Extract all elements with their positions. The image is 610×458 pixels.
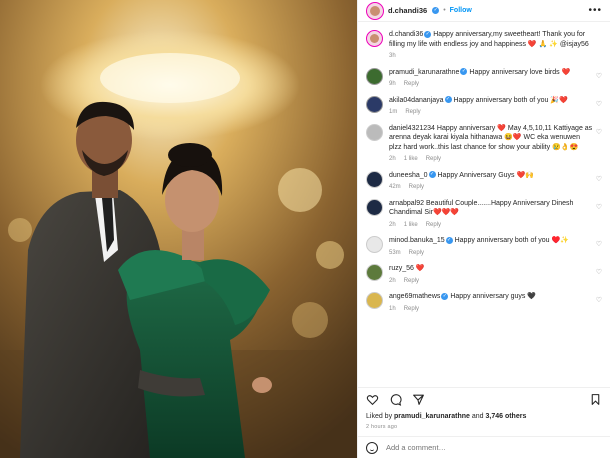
verified-icon: ✓ bbox=[441, 292, 449, 300]
author-avatar[interactable] bbox=[366, 1, 384, 20]
commenter-avatar[interactable] bbox=[366, 292, 383, 309]
comment-username[interactable]: arnabpal92 bbox=[389, 200, 424, 207]
comment-heart-icon[interactable]: ♡ bbox=[596, 203, 602, 211]
comment-time: 9h bbox=[389, 81, 396, 87]
liked-by-prefix: Liked by bbox=[366, 413, 393, 420]
reply-button[interactable]: Reply bbox=[404, 305, 419, 315]
comment-text: Happy anniversary love birds ❤️ bbox=[469, 68, 571, 76]
comment-item: daniel4321234 Happy anniversary ❤️ May 4… bbox=[366, 123, 602, 165]
post-header: d.chandi36 ✓ • Follow ••• bbox=[358, 0, 610, 22]
post-side-panel: d.chandi36 ✓ • Follow ••• d.chandi36 ✓ Ha… bbox=[357, 0, 610, 458]
comment-item: akila04dananjaya ✓ Happy anniversary both… bbox=[366, 95, 602, 118]
comment-username[interactable]: pramudi_karunarathne bbox=[389, 69, 459, 76]
commenter-avatar[interactable] bbox=[366, 264, 383, 281]
comment-text: ❤️ bbox=[415, 265, 425, 272]
liked-by-user[interactable]: pramudi_karunarathne bbox=[394, 413, 470, 420]
commenter-avatar[interactable] bbox=[366, 236, 383, 253]
comment-time: 53m bbox=[389, 249, 401, 256]
comment-heart-icon[interactable]: ♡ bbox=[596, 175, 602, 183]
likes-summary: Liked by pramudi_karunarathne and 3,746 … bbox=[358, 411, 610, 422]
caption-avatar[interactable] bbox=[366, 30, 383, 47]
author-username[interactable]: d.chandi36 bbox=[388, 6, 427, 15]
comment-text: Happy anniversary guys 🖤 bbox=[450, 293, 537, 300]
verified-icon: ✓ bbox=[444, 96, 452, 104]
comment-text: Happy anniversary both of you 🎉❤️ bbox=[453, 96, 568, 104]
action-bar bbox=[358, 387, 610, 411]
comment-item: duneesha_0 ✓ Happy Anniversary Guys ❤️🙌 4… bbox=[366, 170, 602, 193]
share-icon[interactable] bbox=[412, 393, 425, 406]
reply-button[interactable]: Reply bbox=[409, 183, 424, 193]
reply-button[interactable]: Reply bbox=[404, 277, 419, 287]
comments-list[interactable]: d.chandi36 ✓ Happy anniversary,my sweethe… bbox=[358, 22, 610, 387]
verified-icon: ✓ bbox=[424, 30, 432, 38]
comment-time: 2h bbox=[389, 277, 396, 284]
commenter-avatar[interactable] bbox=[366, 67, 383, 85]
commenter-avatar[interactable] bbox=[366, 170, 383, 188]
more-icon[interactable]: ••• bbox=[588, 5, 602, 16]
comment-item: ruzy_56 ❤️ 2h Reply ♡ bbox=[366, 264, 602, 286]
comment-username[interactable]: akila04dananjaya bbox=[389, 97, 444, 104]
comment-icon[interactable] bbox=[389, 393, 402, 406]
post-viewer: d.chandi36 ✓ • Follow ••• d.chandi36 ✓ Ha… bbox=[0, 0, 610, 458]
comment-time: 1h bbox=[389, 305, 396, 312]
verified-icon: ✓ bbox=[460, 68, 468, 76]
comment-input[interactable] bbox=[386, 443, 602, 452]
post-photo[interactable] bbox=[0, 0, 357, 458]
comment-text: Happy Anniversary Guys ❤️🙌 bbox=[437, 171, 534, 179]
comment-time: 42m bbox=[389, 184, 401, 190]
comment-heart-icon[interactable]: ♡ bbox=[596, 240, 602, 248]
verified-icon: ✓ bbox=[432, 7, 440, 14]
commenter-avatar[interactable] bbox=[366, 95, 383, 113]
add-comment-bar bbox=[358, 436, 610, 458]
comment-heart-icon[interactable]: ♡ bbox=[596, 128, 602, 136]
comment-heart-icon[interactable]: ♡ bbox=[596, 268, 602, 276]
comment-item: pramudi_karunarathne ✓ Happy anniversary … bbox=[366, 67, 602, 90]
commenter-avatar[interactable] bbox=[366, 198, 383, 216]
caption: d.chandi36 ✓ Happy anniversary,my sweethe… bbox=[366, 30, 602, 62]
liked-by-count[interactable]: 3,746 others bbox=[485, 413, 526, 420]
comment-heart-icon[interactable]: ♡ bbox=[596, 296, 602, 304]
caption-time: 3h bbox=[389, 53, 396, 59]
post-timestamp[interactable]: 2 hours ago bbox=[358, 422, 610, 436]
comment-heart-icon[interactable]: ♡ bbox=[596, 100, 602, 108]
follow-button[interactable]: Follow bbox=[450, 7, 472, 14]
comment-item: minod.banuka_15 ✓ Happy anniversary both … bbox=[366, 236, 602, 258]
comment-username[interactable]: ruzy_56 bbox=[389, 265, 414, 272]
emoji-icon[interactable] bbox=[366, 441, 378, 454]
comment-time: 1m bbox=[389, 109, 398, 115]
liked-by-conjunction: and bbox=[471, 413, 484, 420]
comment-username[interactable]: minod.banuka_15 bbox=[389, 237, 445, 244]
verified-icon: ✓ bbox=[445, 236, 453, 244]
heart-icon[interactable] bbox=[366, 393, 379, 406]
comment-username[interactable]: daniel4321234 bbox=[389, 125, 435, 132]
comment-likes[interactable]: 1 like bbox=[404, 221, 418, 231]
verified-icon: ✓ bbox=[428, 171, 436, 179]
caption-username[interactable]: d.chandi36 bbox=[389, 31, 423, 38]
comment-item: ange69mathews ✓ Happy anniversary guys 🖤 … bbox=[366, 292, 602, 314]
header-separator: • bbox=[443, 7, 446, 14]
reply-button[interactable]: Reply bbox=[405, 108, 420, 118]
comment-time: 2h bbox=[389, 156, 396, 162]
reply-button[interactable]: Reply bbox=[426, 155, 441, 165]
couple-photo-illustration bbox=[0, 0, 357, 458]
comment-likes[interactable]: 1 like bbox=[404, 155, 418, 165]
comment-username[interactable]: duneesha_0 bbox=[389, 172, 428, 179]
comment-time: 2h bbox=[389, 221, 396, 228]
reply-button[interactable]: Reply bbox=[409, 249, 424, 259]
commenter-avatar[interactable] bbox=[366, 123, 383, 141]
comment-username[interactable]: ange69mathews bbox=[389, 293, 440, 300]
comment-item: arnabpal92 Beautiful Couple.......Happy … bbox=[366, 198, 602, 231]
reply-button[interactable]: Reply bbox=[404, 80, 419, 90]
comment-text: Happy anniversary both of you ♥️✨ bbox=[454, 237, 569, 244]
comment-heart-icon[interactable]: ♡ bbox=[596, 72, 602, 80]
reply-button[interactable]: Reply bbox=[426, 221, 441, 231]
bookmark-icon[interactable] bbox=[589, 393, 602, 406]
